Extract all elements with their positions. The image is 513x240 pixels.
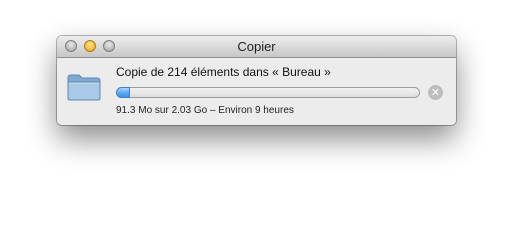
copy-window: Copier Copie de 214 éléments dans « Bure… xyxy=(57,36,456,125)
stop-icon[interactable]: ✕ xyxy=(428,85,443,100)
copy-status: 91.3 Mo sur 2.03 Go – Environ 9 heures xyxy=(116,105,294,116)
title-bar[interactable]: Copier xyxy=(57,36,456,58)
folder-icon xyxy=(67,73,101,101)
copy-panel: Copie de 214 éléments dans « Bureau » ✕ … xyxy=(57,58,456,125)
desktop: Copier Copie de 214 éléments dans « Bure… xyxy=(0,0,513,204)
window-title: Copier xyxy=(237,39,276,54)
copy-description: Copie de 214 éléments dans « Bureau » xyxy=(116,65,331,79)
progress-fill xyxy=(116,87,130,98)
progress-bar xyxy=(116,87,420,98)
